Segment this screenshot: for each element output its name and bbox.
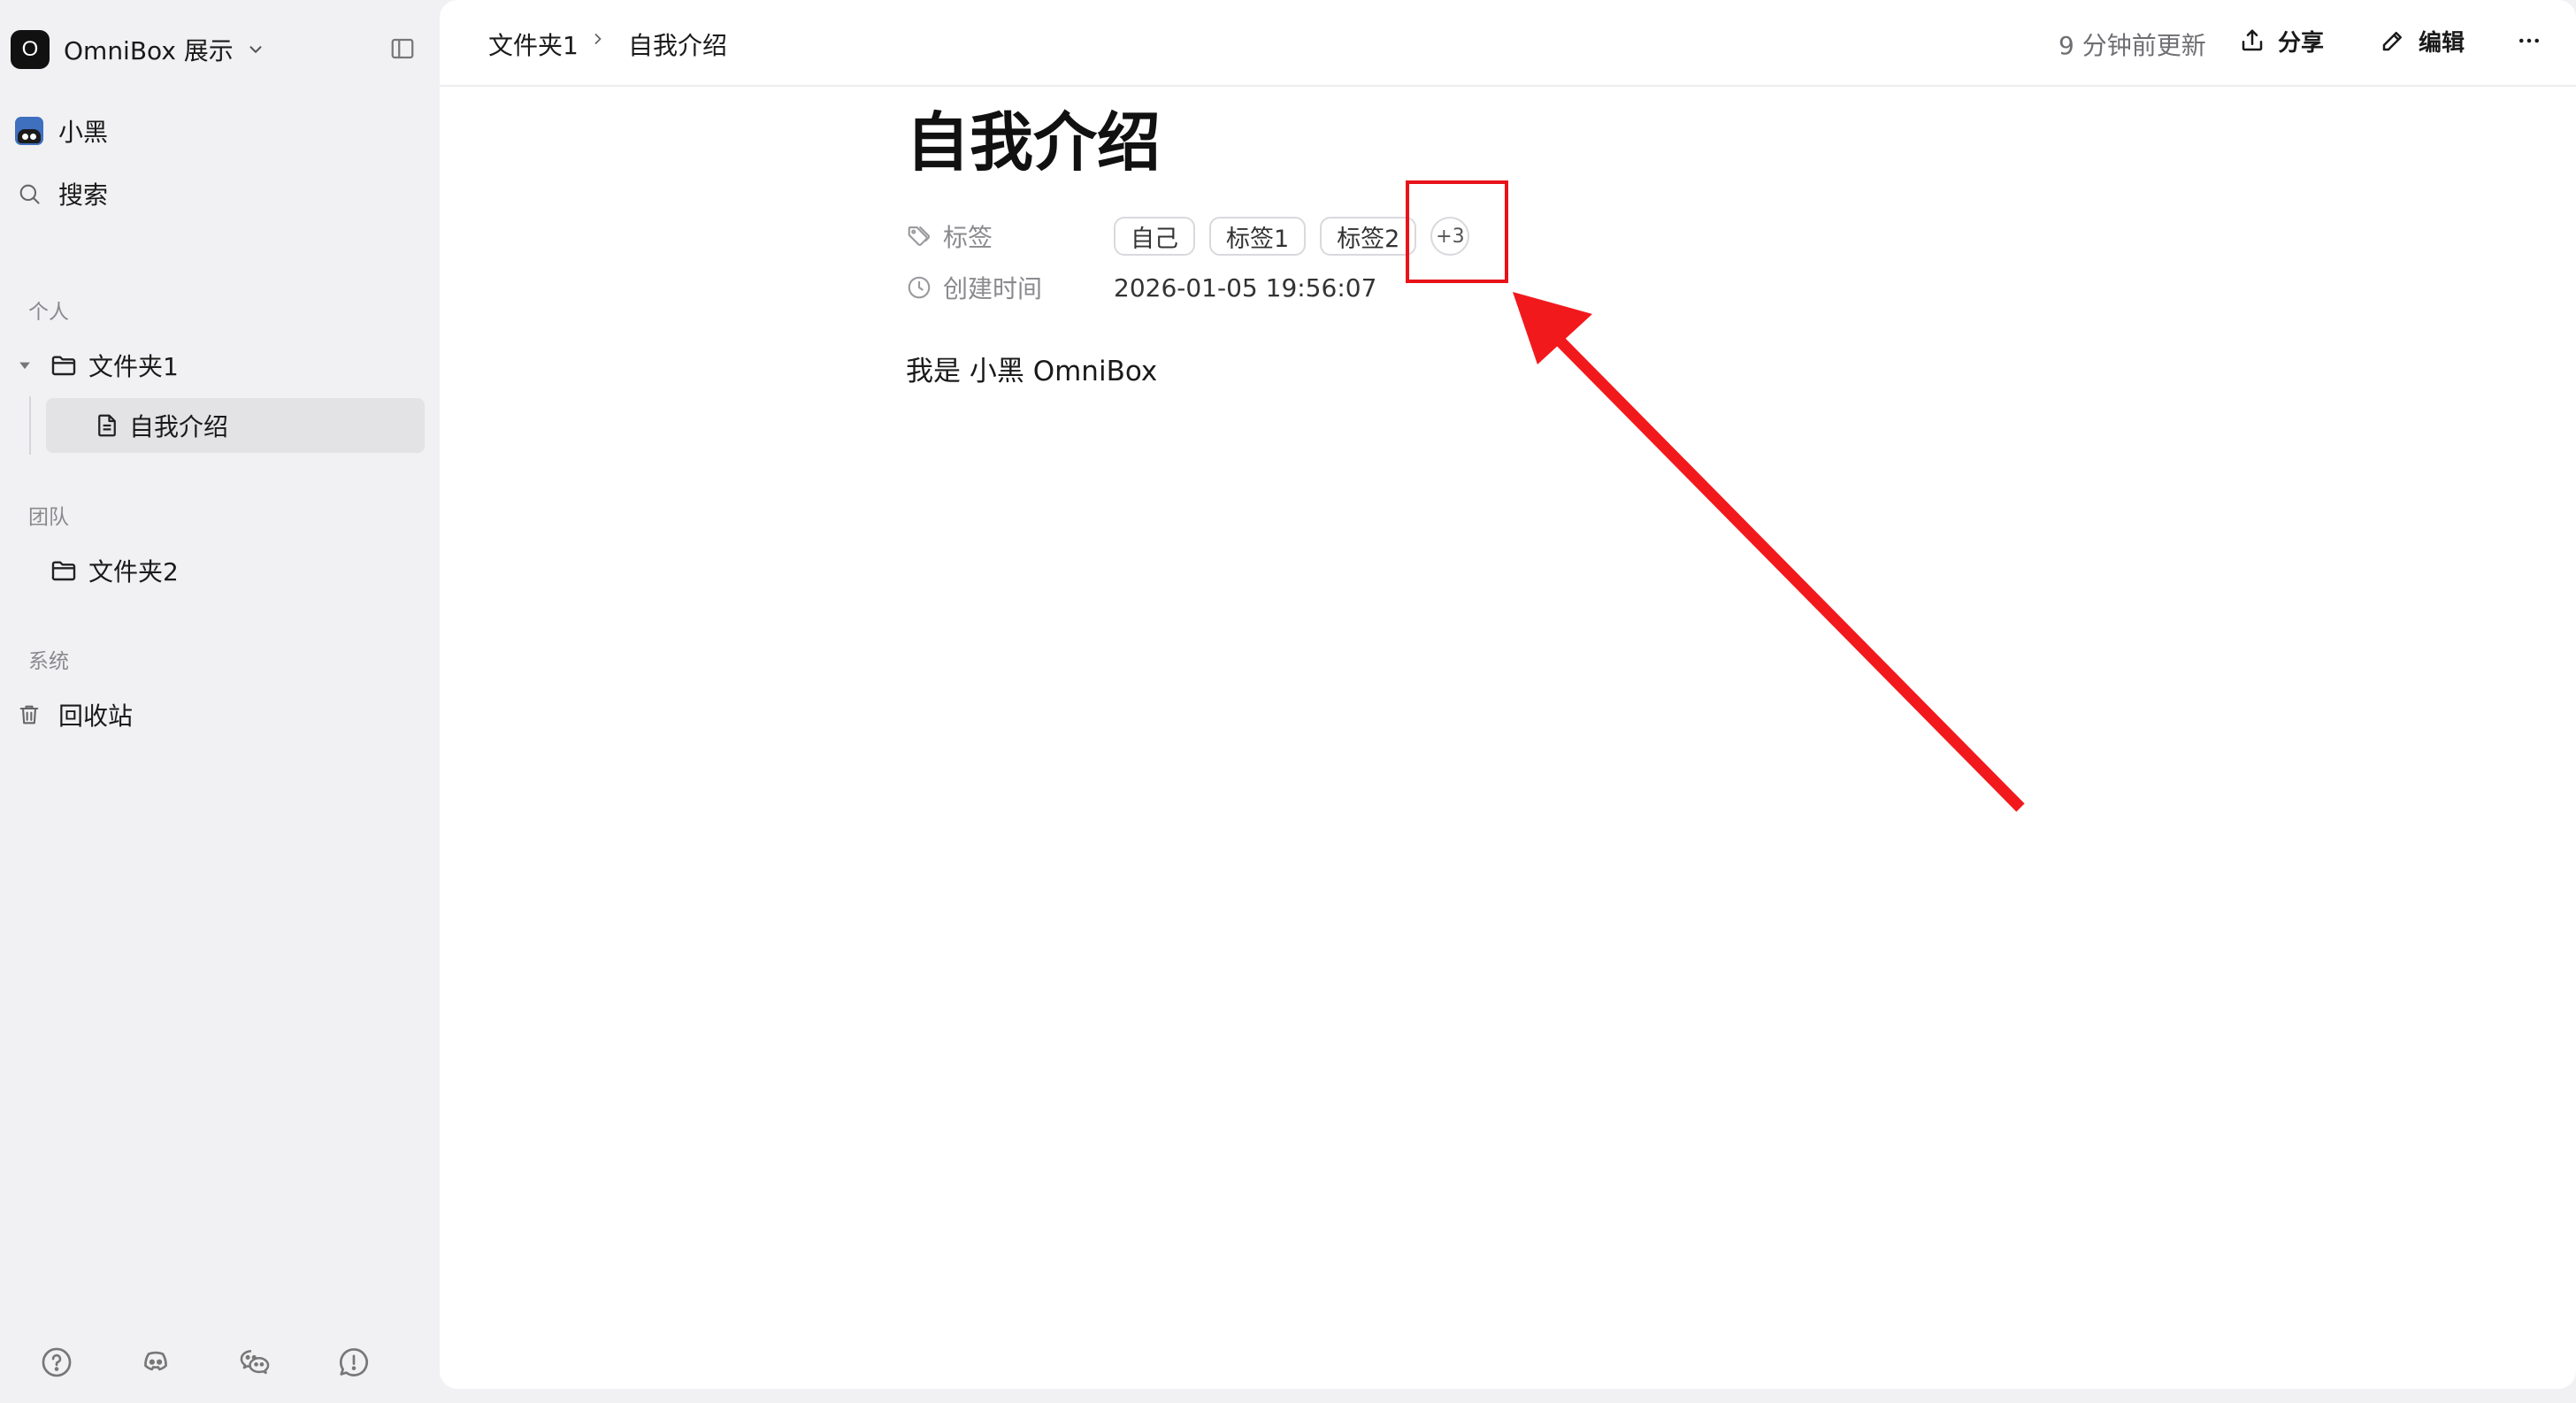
annotation-arrow [1513,292,2025,812]
